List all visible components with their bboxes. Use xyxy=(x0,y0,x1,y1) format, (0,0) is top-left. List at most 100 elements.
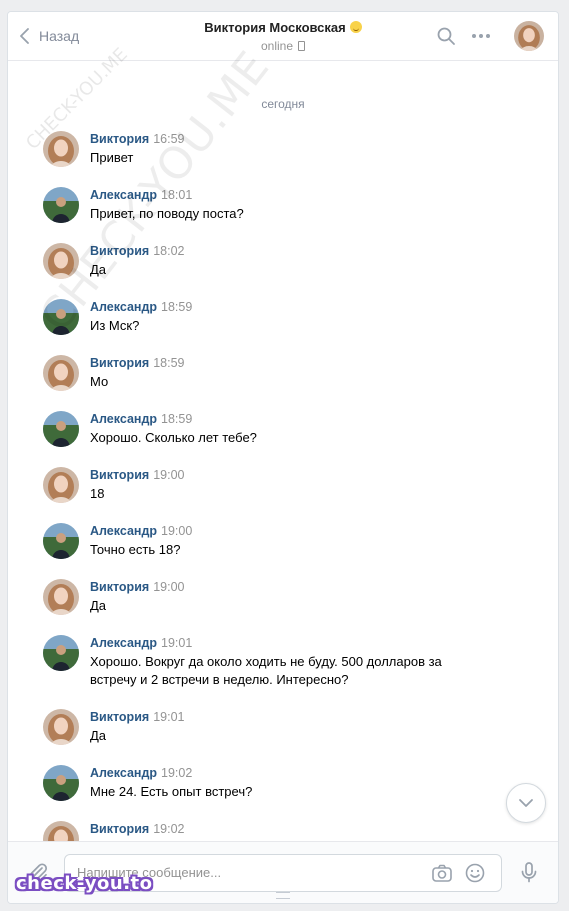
contact-avatar[interactable] xyxy=(514,21,544,51)
message-text: 18 xyxy=(90,486,105,501)
message-avatar[interactable] xyxy=(43,635,79,671)
message-time[interactable]: 19:01 xyxy=(153,710,184,724)
message-time[interactable]: 19:01 xyxy=(161,636,192,650)
message-time[interactable]: 18:02 xyxy=(153,244,184,258)
message-avatar[interactable] xyxy=(43,243,79,279)
message-text: Хорошо. Сколько лет тебе? xyxy=(90,430,257,445)
message-author[interactable]: Александр xyxy=(90,766,157,780)
message-header: Виктория 19:01 xyxy=(90,709,184,725)
female-avatar-image xyxy=(514,21,544,51)
message-avatar[interactable] xyxy=(43,355,79,391)
message-author[interactable]: Виктория xyxy=(90,244,149,258)
female-avatar-image xyxy=(43,467,79,503)
message-avatar[interactable] xyxy=(43,523,79,559)
message-avatar[interactable] xyxy=(43,467,79,503)
message-header: Виктория 19:00 xyxy=(90,579,184,595)
message-time[interactable]: 18:59 xyxy=(161,412,192,426)
resize-handle[interactable] xyxy=(276,892,290,899)
message-author[interactable]: Виктория xyxy=(90,468,149,482)
message-avatar[interactable] xyxy=(43,131,79,167)
message-feed[interactable]: сегодня Виктория 16:59 Привет Александр 18:0… xyxy=(8,61,558,841)
message-text: Да xyxy=(90,598,107,613)
message-author[interactable]: Виктория xyxy=(90,356,149,370)
paperclip-icon[interactable] xyxy=(26,861,50,885)
message-time[interactable]: 19:02 xyxy=(153,822,184,836)
message-header: Виктория 18:02 xyxy=(90,243,184,259)
message-avatar[interactable] xyxy=(43,709,79,745)
message-text: Из Мск? xyxy=(90,318,140,333)
female-avatar-image xyxy=(43,709,79,745)
female-avatar-image xyxy=(43,821,79,841)
message-time[interactable]: 18:59 xyxy=(161,300,192,314)
smile-emoji-icon xyxy=(349,21,362,33)
message-text: Мо xyxy=(90,374,109,389)
message-avatar[interactable] xyxy=(43,411,79,447)
message-author[interactable]: Виктория xyxy=(90,822,149,836)
message-time[interactable]: 19:00 xyxy=(161,524,192,538)
microphone-icon[interactable] xyxy=(517,860,541,884)
message-avatar[interactable] xyxy=(43,299,79,335)
message-avatar[interactable] xyxy=(43,187,79,223)
male-avatar-image xyxy=(43,765,79,801)
message-time[interactable]: 18:59 xyxy=(153,356,184,370)
chat-window: Назад Виктория Московская online сегодня… xyxy=(7,11,559,904)
message-time[interactable]: 16:59 xyxy=(153,132,184,146)
message-header: Александр 18:59 xyxy=(90,411,192,427)
message-author[interactable]: Александр xyxy=(90,412,157,426)
date-divider: сегодня xyxy=(261,97,305,111)
message-author[interactable]: Александр xyxy=(90,188,157,202)
message-author[interactable]: Александр xyxy=(90,524,157,538)
message-text: Хорошо. Вокруг да около ходить не буду. … xyxy=(90,654,442,687)
status-text: online xyxy=(260,39,294,53)
message-input[interactable] xyxy=(77,855,407,889)
message-header: Виктория 16:59 xyxy=(90,131,184,147)
message-text: Мне 24. Есть опыт встреч? xyxy=(90,784,253,799)
message-text: Привет, по поводу поста? xyxy=(90,206,244,221)
message-time[interactable]: 19:02 xyxy=(161,766,192,780)
message-input-box xyxy=(64,854,502,892)
message-author[interactable]: Виктория xyxy=(90,710,149,724)
message-header: Александр 18:01 xyxy=(90,187,192,203)
message-header: Александр 19:00 xyxy=(90,523,192,539)
male-avatar-image xyxy=(43,635,79,671)
smile-icon[interactable] xyxy=(464,862,486,884)
message-header: Александр 19:01 xyxy=(90,635,192,651)
message-author[interactable]: Александр xyxy=(90,636,157,650)
back-button[interactable]: Назад xyxy=(20,25,79,47)
message-avatar[interactable] xyxy=(43,579,79,615)
message-header: Александр 18:59 xyxy=(90,299,192,315)
back-label: Назад xyxy=(39,28,80,44)
chat-title: Виктория Московская xyxy=(148,19,418,36)
male-avatar-image xyxy=(43,523,79,559)
mobile-phone-icon xyxy=(298,41,306,51)
message-header: Виктория 18:59 xyxy=(90,355,184,371)
message-time[interactable]: 19:00 xyxy=(153,468,184,482)
message-time[interactable]: 18:01 xyxy=(161,188,192,202)
female-avatar-image xyxy=(43,243,79,279)
male-avatar-image xyxy=(43,187,79,223)
chat-title-block[interactable]: Виктория Московская online xyxy=(148,19,418,54)
male-avatar-image xyxy=(43,411,79,447)
message-header: Виктория 19:02 xyxy=(90,821,184,837)
online-status: online xyxy=(148,38,418,54)
message-avatar[interactable] xyxy=(43,821,79,841)
message-text: Привет xyxy=(90,150,134,165)
message-text: Да xyxy=(90,728,107,743)
female-avatar-image xyxy=(43,131,79,167)
message-author[interactable]: Виктория xyxy=(90,580,149,594)
message-text: Да xyxy=(90,262,107,277)
message-header: Виктория 19:00 xyxy=(90,467,184,483)
message-text: Точно есть 18? xyxy=(90,542,181,557)
message-author[interactable]: Виктория xyxy=(90,132,149,146)
chevron-down-icon xyxy=(519,799,533,807)
more-options-icon[interactable] xyxy=(471,26,491,46)
male-avatar-image xyxy=(43,299,79,335)
scroll-down-button[interactable] xyxy=(506,783,546,823)
message-time[interactable]: 19:00 xyxy=(153,580,184,594)
camera-icon[interactable] xyxy=(431,862,453,884)
message-avatar[interactable] xyxy=(43,765,79,801)
search-icon[interactable] xyxy=(436,26,456,46)
message-author[interactable]: Александр xyxy=(90,300,157,314)
female-avatar-image xyxy=(43,355,79,391)
message-header: Александр 19:02 xyxy=(90,765,192,781)
